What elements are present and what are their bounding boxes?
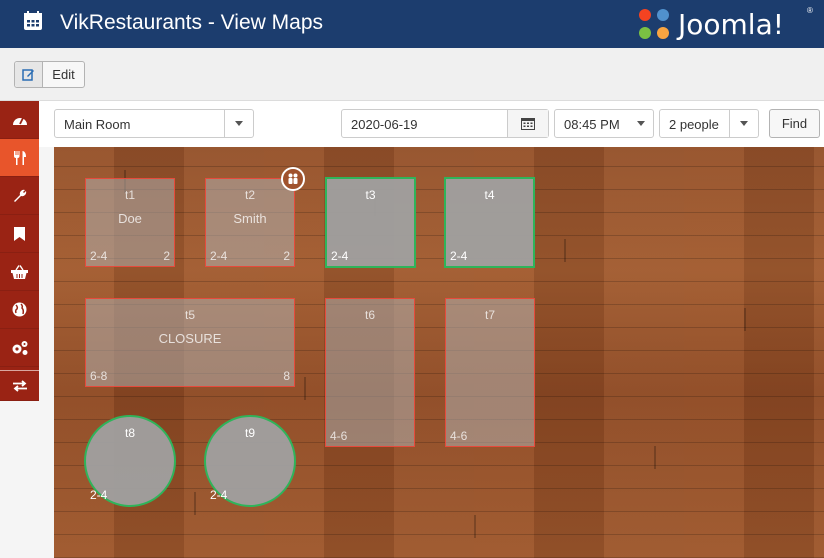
- room-select-value: Main Room: [64, 117, 131, 132]
- sidebar-item-global[interactable]: [0, 291, 39, 329]
- joomla-logo-icon: [639, 9, 669, 39]
- table-guest-count: 2: [163, 249, 170, 263]
- table-guest-count: 8: [283, 369, 290, 383]
- app-header: VikRestaurants - View Maps Joomla! ®: [0, 0, 824, 48]
- time-select[interactable]: 08:45 PM: [554, 109, 654, 138]
- table-name: t3: [365, 188, 376, 202]
- table-capacity: 4-6: [330, 429, 348, 443]
- time-select-value: 08:45 PM: [564, 117, 620, 132]
- table-capacity: 6-8: [90, 369, 108, 383]
- table-name: t5: [184, 308, 195, 322]
- table-capacity: 2-4: [90, 488, 108, 502]
- filters-bar: Main Room 2020-06-19 08:45 PM 2 people F…: [39, 101, 824, 147]
- people-select[interactable]: 2 people: [659, 109, 759, 138]
- dashboard-icon: [12, 117, 27, 125]
- bookmark-icon: [14, 226, 25, 241]
- calendar-icon: [24, 11, 42, 30]
- floor-plank: [654, 446, 656, 469]
- floor-plank: [304, 377, 306, 400]
- sidebar-item-toggle[interactable]: [0, 371, 39, 401]
- floor-plank: [194, 492, 196, 515]
- table-name: t7: [484, 308, 495, 322]
- chevron-down-icon: [740, 121, 748, 126]
- calendar-icon: [521, 118, 535, 130]
- users-icon: [288, 173, 298, 184]
- table-t1[interactable]: t1 Doe 2-4 2: [85, 178, 175, 267]
- time-select-toggle[interactable]: [629, 110, 653, 137]
- globe-icon: [12, 302, 27, 317]
- table-t5[interactable]: t5 CLOSURE 6-8 8: [85, 298, 295, 387]
- joomla-logo: Joomla! ®: [634, 4, 824, 44]
- table-capacity: 2-4: [90, 249, 108, 263]
- basket-icon: [11, 264, 28, 279]
- floor-plank: [744, 308, 746, 331]
- sidebar-item-tools[interactable]: [0, 177, 39, 215]
- page-title: VikRestaurants - View Maps: [60, 11, 324, 34]
- restaurant-map: t1 Doe 2-4 2 t2 Smith 2-4 2 t3 2-4 t4 2-…: [54, 147, 824, 558]
- table-name: t4: [484, 188, 495, 202]
- date-field[interactable]: 2020-06-19: [341, 109, 549, 138]
- sidebar-item-shop[interactable]: [0, 253, 39, 291]
- chevron-down-icon: [637, 121, 645, 126]
- edit-button[interactable]: Edit: [14, 61, 85, 88]
- edit-label: Edit: [52, 67, 75, 82]
- table-capacity: 2-4: [450, 249, 468, 263]
- table-name: t8: [124, 426, 135, 440]
- table-capacity: 2-4: [210, 488, 228, 502]
- table-name: t9: [244, 426, 255, 440]
- sidebar-item-bookmarks[interactable]: [0, 215, 39, 253]
- wrench-icon: [14, 189, 27, 202]
- edit-icon: [15, 62, 43, 87]
- table-t3[interactable]: t3 2-4: [325, 177, 416, 268]
- date-picker-button[interactable]: [507, 110, 548, 137]
- table-guest-count: 2: [283, 249, 290, 263]
- sidebar-item-restaurant[interactable]: [0, 139, 39, 177]
- table-occupant: CLOSURE: [158, 331, 222, 346]
- floor-plank: [564, 239, 566, 262]
- table-t6[interactable]: t6 4-6: [325, 298, 415, 447]
- table-name: t1: [124, 188, 135, 202]
- sidebar-item-dashboard[interactable]: [0, 101, 39, 139]
- table-name: t2: [244, 188, 255, 202]
- toolbar: Edit: [0, 48, 824, 101]
- table-capacity: 2-4: [331, 249, 349, 263]
- utensils-icon: [13, 150, 26, 165]
- table-t9[interactable]: t9 2-4: [204, 415, 296, 507]
- table-occupant: Smith: [233, 211, 267, 226]
- exchange-icon: [12, 379, 27, 392]
- logo-registered: ®: [807, 6, 813, 15]
- room-select-toggle[interactable]: [224, 110, 253, 137]
- table-t8[interactable]: t8 2-4: [84, 415, 176, 507]
- people-select-value: 2 people: [669, 117, 719, 132]
- people-select-toggle[interactable]: [729, 110, 758, 137]
- shared-table-badge[interactable]: [281, 167, 305, 191]
- chevron-down-icon: [235, 121, 243, 126]
- table-capacity: 2-4: [210, 249, 228, 263]
- floor-plank: [474, 515, 476, 538]
- table-t4[interactable]: t4 2-4: [444, 177, 535, 268]
- table-t2[interactable]: t2 Smith 2-4 2: [205, 178, 295, 267]
- sidebar-item-settings[interactable]: [0, 329, 39, 367]
- date-field-value: 2020-06-19: [351, 117, 418, 132]
- cogs-icon: [12, 340, 27, 355]
- sidebar: [0, 101, 39, 401]
- logo-text: Joomla!: [678, 8, 784, 41]
- find-button[interactable]: Find: [769, 109, 820, 138]
- table-t7[interactable]: t7 4-6: [445, 298, 535, 447]
- table-capacity: 4-6: [450, 429, 468, 443]
- table-name: t6: [364, 308, 375, 322]
- table-occupant: Doe: [118, 211, 142, 226]
- room-select[interactable]: Main Room: [54, 109, 254, 138]
